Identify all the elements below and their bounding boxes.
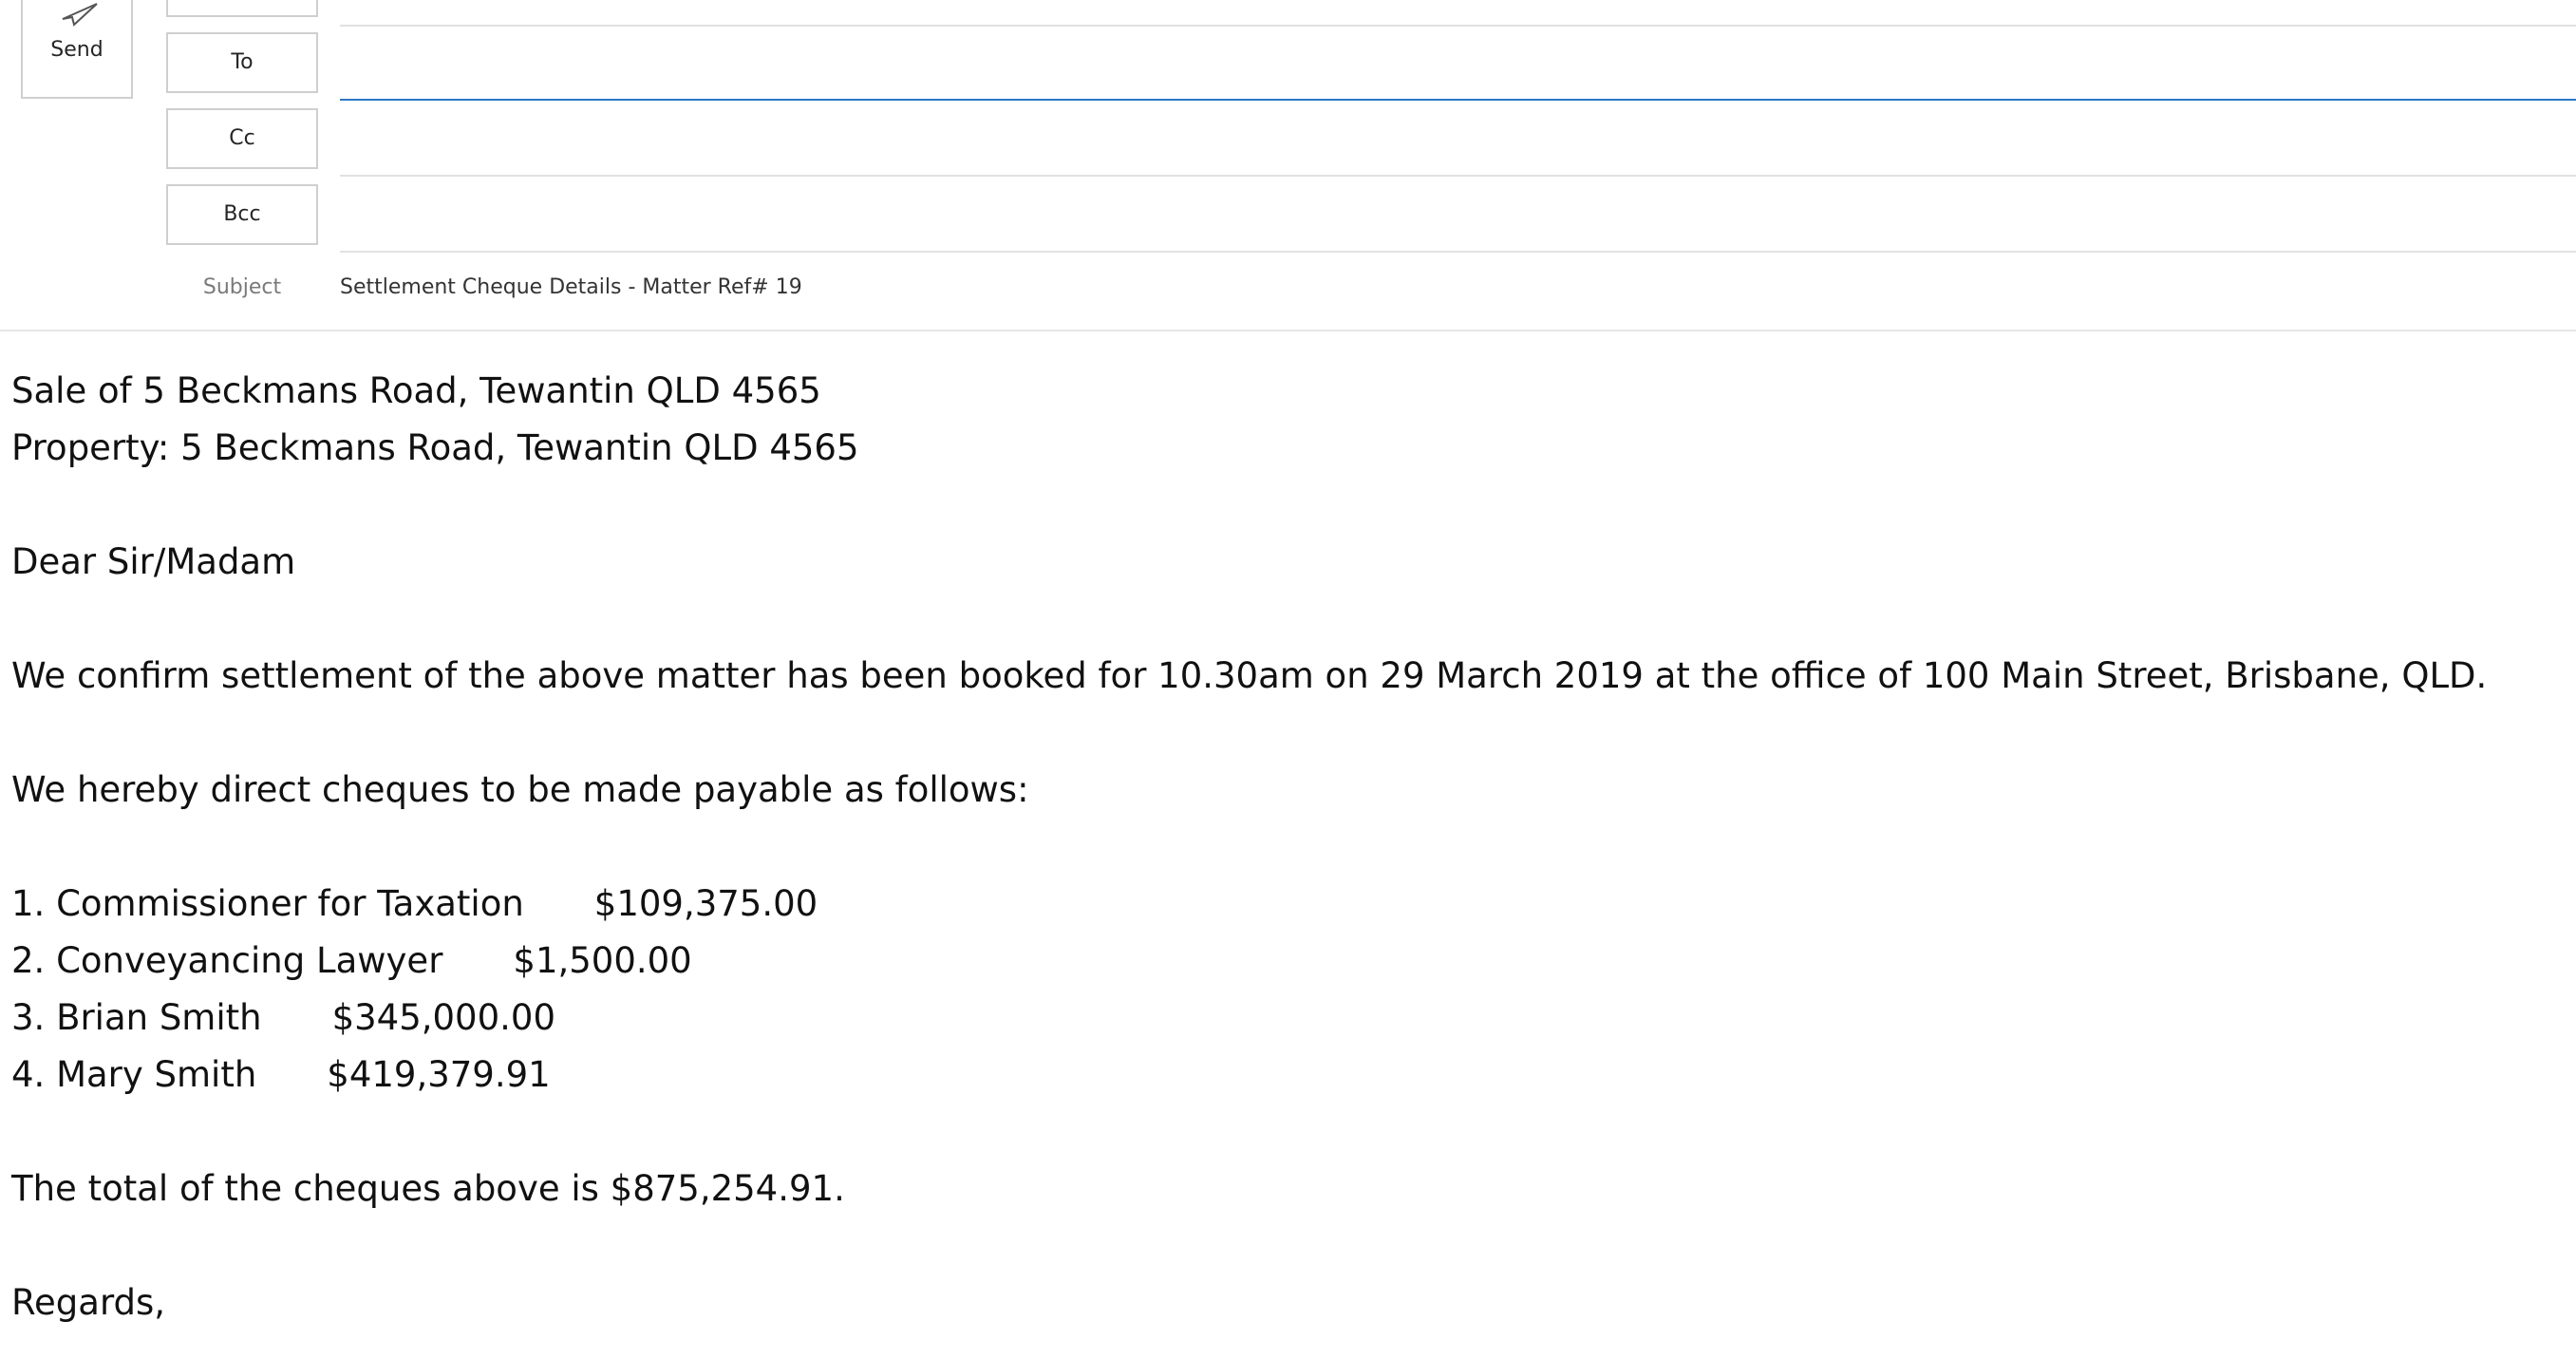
- payee-row: 2. Conveyancing Lawyer $1,500.00: [11, 933, 2576, 990]
- body-confirm-paragraph: We confirm settlement of the above matte…: [11, 655, 2488, 696]
- body-closing: Regards,: [11, 1282, 166, 1323]
- payee-label: 2. Conveyancing Lawyer: [11, 940, 443, 981]
- send-label: Send: [50, 38, 103, 62]
- payee-amount: $109,375.00: [593, 883, 818, 924]
- subject-input[interactable]: Settlement Cheque Details - Matter Ref# …: [340, 275, 802, 299]
- bcc-field[interactable]: [340, 184, 2576, 245]
- to-button[interactable]: To: [166, 32, 318, 93]
- payee-row: 1. Commissioner for Taxation $109,375.00: [11, 876, 2576, 933]
- payee-amount: $1,500.00: [513, 940, 692, 981]
- payee-row: 3. Brian Smith $345,000.00: [11, 990, 2576, 1047]
- payee-label: 4. Mary Smith: [11, 1054, 257, 1095]
- body-heading-line2: Property: 5 Beckmans Road, Tewantin QLD …: [11, 427, 859, 468]
- cc-field-underline: [340, 175, 2576, 177]
- cc-button[interactable]: Cc: [166, 108, 318, 169]
- from-button[interactable]: [166, 0, 318, 17]
- payee-row: 4. Mary Smith $419,379.91: [11, 1047, 2576, 1104]
- to-field[interactable]: [340, 32, 2576, 93]
- payee-amount: $419,379.91: [327, 1054, 551, 1095]
- payee-label: 3. Brian Smith: [11, 997, 262, 1038]
- compose-header: Send To Cc Bcc Subject Settlement Cheque…: [0, 0, 2576, 331]
- to-field-underline: [340, 99, 2576, 101]
- bcc-field-underline: [340, 251, 2576, 253]
- payee-amount: $345,000.00: [331, 997, 555, 1038]
- body-heading-line1: Sale of 5 Beckmans Road, Tewantin QLD 45…: [11, 370, 821, 411]
- payee-label: 1. Commissioner for Taxation: [11, 883, 524, 924]
- body-salutation: Dear Sir/Madam: [11, 541, 296, 582]
- send-button[interactable]: Send: [21, 0, 133, 99]
- from-field-underline: [340, 25, 2576, 27]
- body-total: The total of the cheques above is $875,2…: [11, 1168, 845, 1209]
- message-body[interactable]: Sale of 5 Beckmans Road, Tewantin QLD 45…: [11, 363, 2576, 1331]
- body-direct-paragraph: We hereby direct cheques to be made paya…: [11, 769, 1029, 810]
- send-icon: [62, 3, 98, 27]
- bcc-button[interactable]: Bcc: [166, 184, 318, 245]
- subject-label: Subject: [202, 275, 282, 299]
- cc-field[interactable]: [340, 108, 2576, 169]
